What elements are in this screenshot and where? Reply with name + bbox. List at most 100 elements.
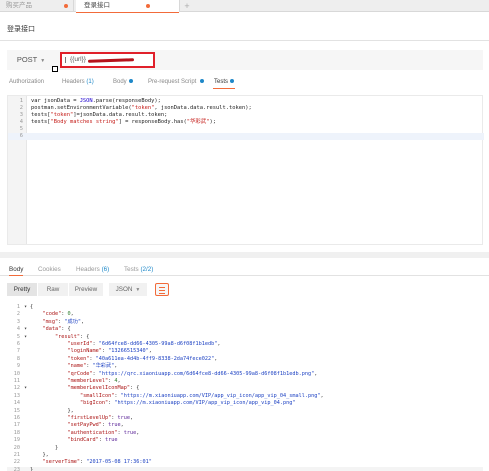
- json-token: "name": [67, 363, 87, 370]
- json-token: ,: [320, 392, 324, 399]
- response-line: 18 "authentication": true,: [7, 430, 483, 437]
- tab-response-headers[interactable]: Headers (6): [76, 264, 109, 276]
- tab-response-cookies[interactable]: Cookies: [38, 264, 61, 276]
- response-line: 6 "userId": "6d64fce8-dd66-4305-99a8-d6f…: [7, 341, 483, 348]
- response-tabs: Body Cookies Headers (6) Tests (2/2): [0, 262, 489, 276]
- json-token: "setPayPwd": [67, 422, 102, 429]
- json-token: "code": [42, 311, 62, 318]
- response-line: 2 "code": 0,: [7, 311, 483, 318]
- tab-label: Body: [113, 79, 127, 85]
- tab-tests[interactable]: Tests: [213, 75, 236, 89]
- json-token: : {: [80, 333, 90, 340]
- code-token: .parse(responseBody);: [92, 98, 161, 104]
- tests-script-editor[interactable]: 1 var jsonData = JSON.parse(responseBody)…: [7, 95, 484, 245]
- active-tab-indicator: [76, 12, 179, 13]
- line-number: 18: [13, 429, 20, 436]
- response-line: 22 "serverTime": "2017-05-08 17:36:01": [7, 459, 483, 466]
- json-token: true: [104, 437, 118, 444]
- line-number: 17: [13, 422, 20, 429]
- json-token: "smallIcon": [79, 392, 115, 399]
- line-number: 13: [13, 392, 20, 399]
- tab-response-tests[interactable]: Tests (2/2): [124, 264, 153, 276]
- tab-pre-request-script[interactable]: Pre-request Script: [148, 75, 205, 89]
- code-line: 6: [8, 133, 484, 140]
- json-token: },: [30, 407, 74, 414]
- tab-label: Pre-request Script: [148, 79, 197, 85]
- json-token: "bindCard": [67, 437, 99, 444]
- text-cursor-icon: [65, 57, 69, 63]
- response-line: 3 "msg": "成功",: [7, 319, 483, 326]
- line-number: 1: [16, 304, 20, 310]
- tests-result-count: (2/2): [140, 266, 154, 273]
- new-tab-button[interactable]: +: [180, 0, 194, 12]
- response-body-viewer[interactable]: 1 ▾{2 "code": 0, 3 "msg": "成功", 4 ▾ "data": …: [7, 304, 483, 471]
- tab-label: Tests: [124, 266, 139, 273]
- wrap-lines-icon[interactable]: [155, 283, 169, 296]
- preview-button[interactable]: Preview: [69, 283, 103, 296]
- response-line: 9 "name": "华彩武",: [7, 363, 483, 370]
- json-token: "https://qrc.xiaoniuapp.com/6d64fce8-dd6…: [98, 370, 315, 377]
- url-value: {{url}}: [70, 56, 86, 63]
- resize-handle[interactable]: [52, 66, 58, 72]
- line-number: 16: [13, 415, 20, 421]
- pane-divider[interactable]: [0, 252, 489, 258]
- response-line: 5 ▾ "result": {: [7, 334, 483, 341]
- line-number: 6: [19, 133, 23, 139]
- response-line: 15 },: [7, 408, 483, 415]
- json-token: : {: [61, 326, 71, 333]
- code-line: 5: [8, 126, 484, 133]
- line-number: 1: [19, 98, 23, 104]
- tab-label: Headers: [76, 266, 100, 273]
- tab-headers[interactable]: Headers (1): [62, 75, 94, 89]
- tab-label: 登录接口: [84, 2, 110, 9]
- response-line: 13 "smallIcon": "https://m.xiaoniuapp.co…: [7, 393, 483, 400]
- line-number: 12: [13, 385, 20, 392]
- pretty-button[interactable]: Pretty: [7, 283, 37, 296]
- modified-dot-icon: [200, 79, 205, 83]
- line-number: 3: [16, 318, 20, 325]
- line-number: 21: [13, 452, 20, 458]
- divider: [0, 40, 489, 41]
- line-number: 8: [16, 355, 20, 362]
- json-token: "13266515340": [108, 348, 149, 355]
- response-line: 19 "bindCard": true: [7, 437, 483, 444]
- json-token: ,: [217, 341, 221, 347]
- code-line: 3 tests["token"]=jsonData.data.result.tok…: [8, 112, 484, 119]
- json-token: "华彩武": [92, 363, 115, 370]
- json-token: "authentication": [67, 429, 118, 436]
- tab-login-api[interactable]: 登录接口: [76, 0, 180, 13]
- tab-response-body[interactable]: Body: [9, 264, 24, 276]
- code-token: postman.setEnvironmentVariable(: [31, 105, 132, 111]
- response-line: 10 "qrCode": "https://qrc.xiaoniuapp.com…: [7, 371, 483, 378]
- format-select[interactable]: JSON ▼: [109, 283, 147, 296]
- tab-purchase-product[interactable]: 购买产品: [0, 0, 74, 12]
- tab-body[interactable]: Body: [113, 75, 133, 89]
- json-token: "qrCode": [67, 370, 93, 377]
- headers-count: (1): [86, 79, 94, 85]
- json-token: "memberLevel": [67, 378, 109, 384]
- json-token: "https://m.xiaoniuapp.com/VIP/app_vip_ic…: [120, 392, 321, 399]
- tab-authorization[interactable]: Authorization: [9, 75, 44, 89]
- line-number: 10: [13, 370, 20, 377]
- raw-button[interactable]: Raw: [38, 283, 68, 296]
- line-number: 19: [13, 437, 20, 444]
- unsaved-dot-icon: [64, 4, 68, 8]
- json-token: "loginName": [67, 348, 102, 355]
- request-name[interactable]: 登录接口: [7, 24, 35, 34]
- line-number: 2: [19, 105, 23, 111]
- code-token: );: [209, 119, 216, 125]
- code-token: , jsonData.data.result.token);: [154, 105, 252, 111]
- headers-count: (6): [101, 266, 110, 273]
- modified-dot-icon: [230, 79, 235, 83]
- chevron-down-icon: ▼: [135, 287, 141, 293]
- method-select[interactable]: POST ▼: [7, 50, 55, 70]
